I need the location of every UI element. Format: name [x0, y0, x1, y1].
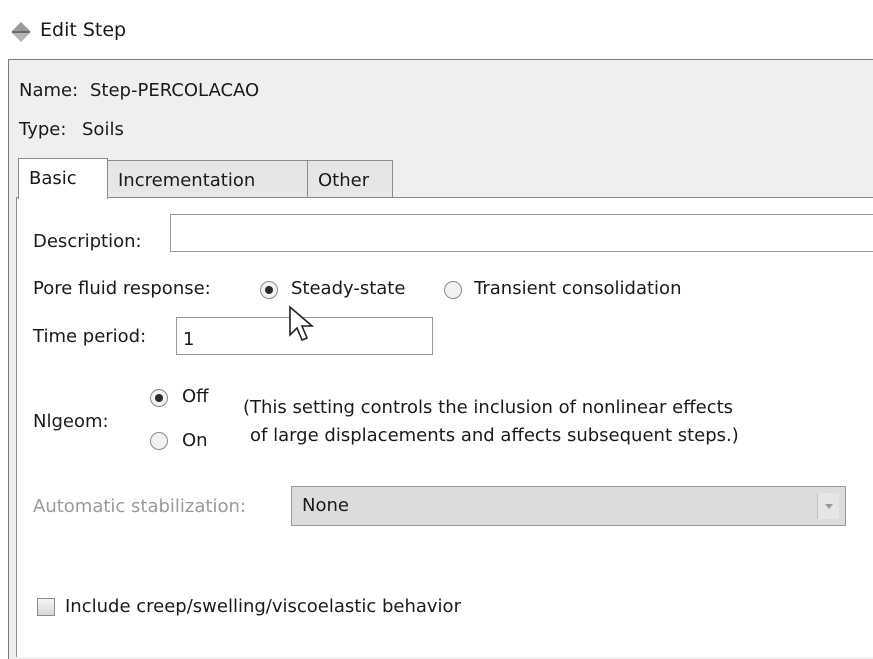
- nlgeom-note-line-2: of large displacements and affects subse…: [250, 425, 739, 446]
- time-period-label: Time period:: [33, 326, 147, 347]
- transient-consolidation-radio[interactable]: [444, 281, 462, 299]
- pore-fluid-label: Pore fluid response:: [33, 278, 211, 299]
- mouse-cursor-icon: [289, 305, 314, 342]
- nlgeom-note-line-1: (This setting controls the inclusion of …: [243, 397, 734, 418]
- step-icon: [12, 22, 30, 42]
- steady-state-radio[interactable]: [260, 281, 278, 299]
- type-label: Type:: [19, 119, 67, 140]
- description-input[interactable]: [170, 214, 873, 252]
- name-label: Name:: [19, 80, 79, 101]
- description-label: Description:: [33, 231, 142, 252]
- nlgeom-on-radio[interactable]: [150, 432, 168, 450]
- type-value: Soils: [82, 119, 124, 140]
- name-value: Step-PERCOLACAO: [90, 80, 260, 101]
- automatic-stabilization-value: None: [302, 495, 349, 516]
- automatic-stabilization-label: Automatic stabilization:: [33, 496, 246, 517]
- tab-basic[interactable]: Basic: [18, 158, 108, 199]
- transient-consolidation-label[interactable]: Transient consolidation: [474, 278, 681, 299]
- nlgeom-off-label[interactable]: Off: [182, 386, 209, 407]
- steady-state-label[interactable]: Steady-state: [291, 278, 405, 299]
- window-title: Edit Step: [40, 19, 127, 41]
- nlgeom-off-radio[interactable]: [150, 389, 168, 407]
- chevron-down-icon[interactable]: [817, 493, 839, 519]
- include-creep-checkbox[interactable]: [37, 598, 55, 616]
- nlgeom-on-label[interactable]: On: [182, 430, 208, 451]
- automatic-stabilization-select[interactable]: None: [291, 486, 846, 526]
- title-bar: [0, 0, 873, 64]
- tab-incrementation[interactable]: Incrementation: [107, 160, 316, 198]
- include-creep-label[interactable]: Include creep/swelling/viscoelastic beha…: [65, 596, 461, 617]
- tab-other[interactable]: Other: [307, 160, 393, 198]
- nlgeom-label: Nlgeom:: [33, 411, 109, 432]
